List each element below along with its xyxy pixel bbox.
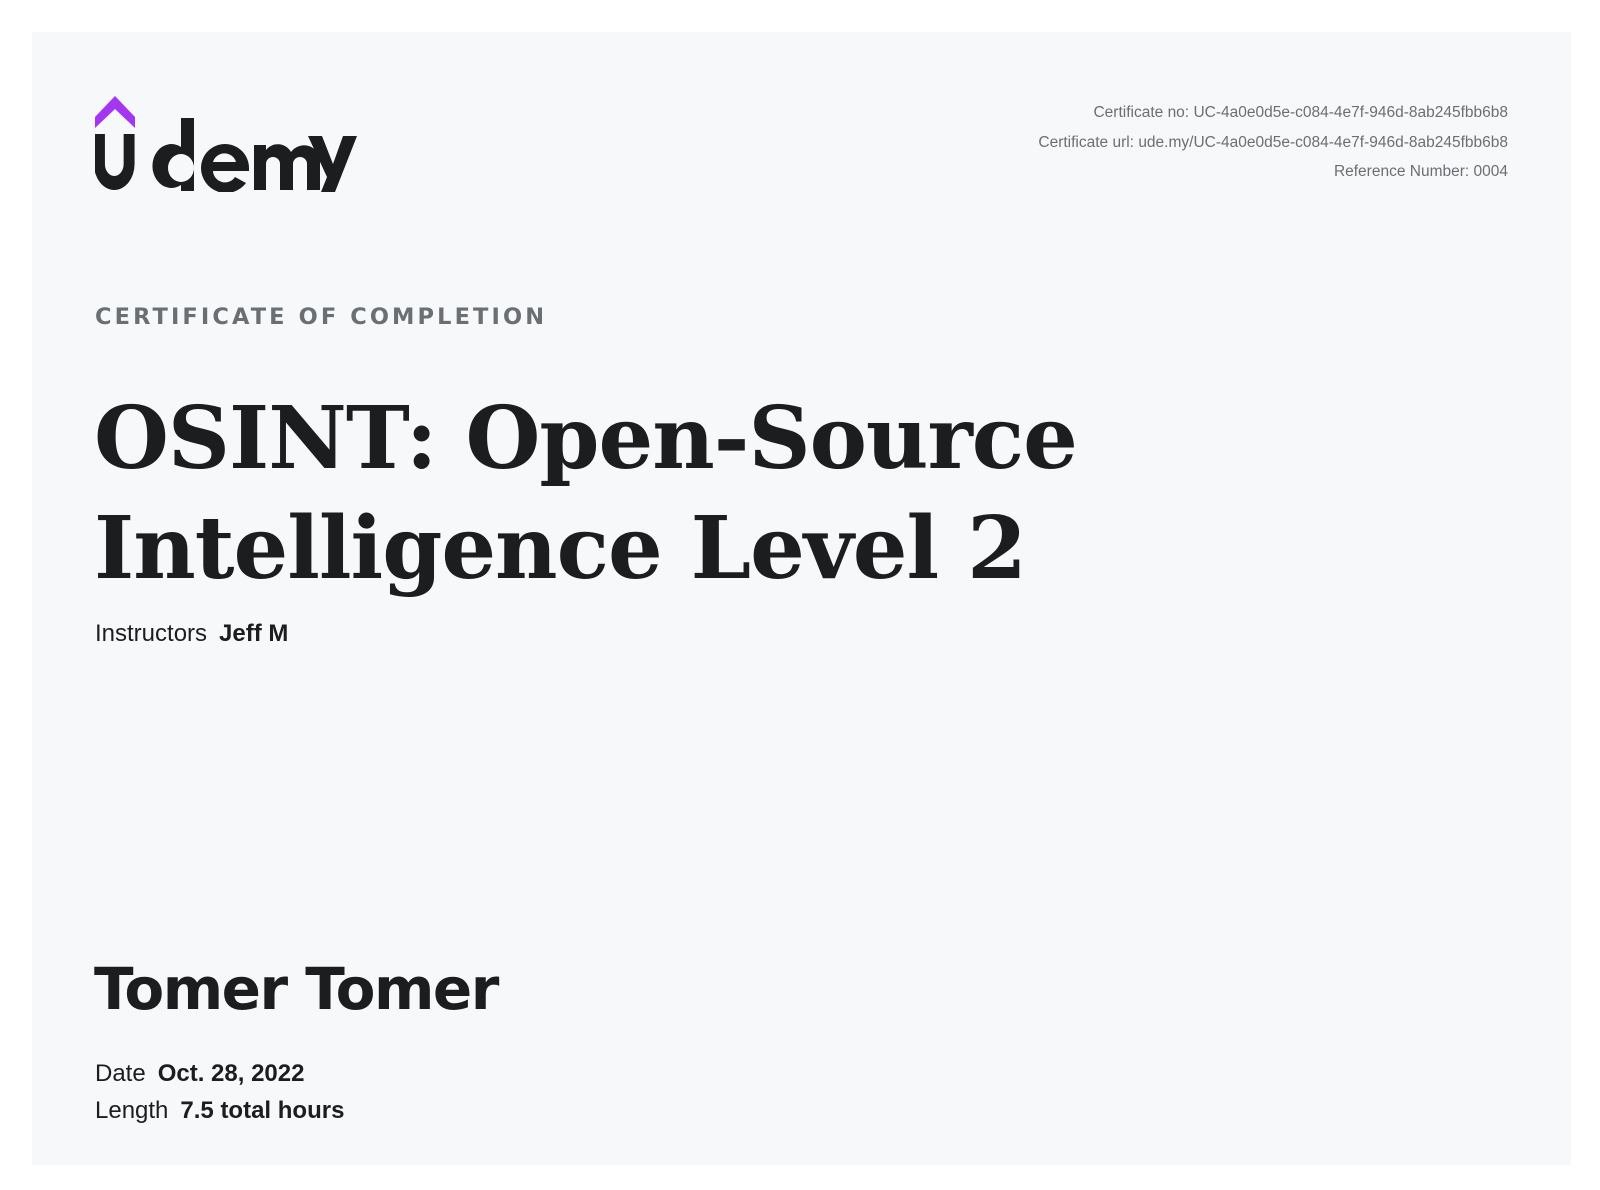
certificate-details: Date Oct. 28, 2022 Length 7.5 total hours [95, 1055, 344, 1129]
certificate-sheet: Certificate no: UC-4a0e0d5e-c084-4e7f-94… [32, 32, 1571, 1165]
certificate-number-label: Certificate no: [1093, 104, 1190, 121]
certificate-eyebrow: CERTIFICATE OF COMPLETION [95, 304, 548, 330]
date-row: Date Oct. 28, 2022 [95, 1055, 344, 1092]
reference-number-row: Reference Number: 0004 [1038, 157, 1508, 187]
course-length: 7.5 total hours [180, 1097, 345, 1124]
udemy-logo-mark [95, 96, 135, 128]
date-label: Date [95, 1060, 146, 1087]
udemy-logo [95, 96, 357, 192]
length-row: Length 7.5 total hours [95, 1092, 344, 1129]
certificate-url-row: Certificate url: ude.my/UC-4a0e0d5e-c084… [1038, 128, 1508, 158]
certificate-number-row: Certificate no: UC-4a0e0d5e-c084-4e7f-94… [1038, 98, 1508, 128]
certificate-number: UC-4a0e0d5e-c084-4e7f-946d-8ab245fbb6b8 [1193, 104, 1508, 121]
reference-number-label: Reference Number: [1333, 163, 1470, 180]
completion-date: Oct. 28, 2022 [157, 1060, 305, 1087]
certificate-url-label: Certificate url: [1038, 133, 1134, 151]
recipient-name: Tomer Tomer [94, 955, 499, 1023]
reference-number: 0004 [1473, 163, 1508, 180]
instructors-label: Instructors [95, 620, 208, 647]
length-label: Length [95, 1097, 169, 1124]
certificate-meta: Certificate no: UC-4a0e0d5e-c084-4e7f-94… [1038, 98, 1508, 187]
instructors-line: Instructors Jeff M [95, 620, 288, 648]
instructor-name: Jeff M [219, 620, 289, 647]
course-title: OSINT: Open-Source Intelligence Level 2 [94, 388, 1078, 599]
udemy-logo-wordmark [95, 118, 357, 192]
certificate-url[interactable]: ude.my/UC-4a0e0d5e-c084-4e7f-946d-8ab245… [1138, 134, 1508, 151]
